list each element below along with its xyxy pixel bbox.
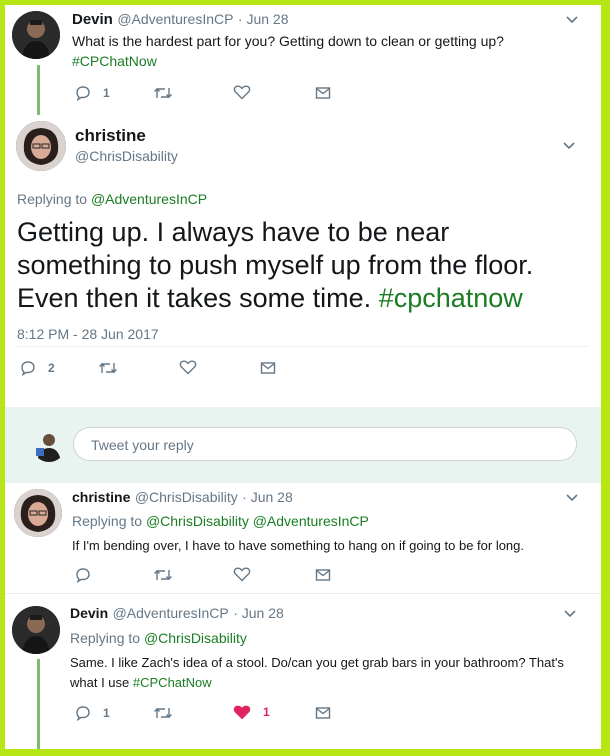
like-button[interactable] — [233, 84, 251, 100]
focused-tweet-text: Getting up. I always have to be near som… — [17, 216, 577, 315]
reply-icon — [76, 86, 90, 101]
author-handle[interactable]: @ChrisDisability — [135, 489, 238, 505]
author-name[interactable]: christine — [72, 489, 130, 505]
avatar-christine[interactable] — [14, 489, 62, 537]
tweet-text: If I'm bending over, I have to have some… — [72, 538, 525, 553]
retweet-icon — [154, 708, 172, 718]
thread-line — [37, 659, 40, 749]
avatar-devin[interactable] — [12, 606, 60, 654]
reply-count: 2 — [48, 361, 55, 375]
chevron-down-icon[interactable] — [565, 491, 579, 505]
reply-count: 1 — [103, 86, 110, 100]
retweet-button[interactable] — [98, 360, 118, 376]
author-name[interactable]: christine — [75, 126, 146, 146]
hashtag-link[interactable]: #CPChatNow — [133, 675, 212, 690]
author-handle[interactable]: @AdventuresInCP — [117, 11, 233, 27]
replying-to-label: Replying to — [72, 513, 143, 529]
mention-link[interactable]: @ChrisDisability @AdventuresInCP — [146, 513, 369, 529]
mention-link[interactable]: @AdventuresInCP — [91, 191, 207, 207]
divider — [5, 593, 601, 594]
retweet-button[interactable] — [153, 705, 173, 721]
heart-icon — [179, 360, 197, 375]
author-name[interactable]: Devin — [72, 11, 113, 28]
retweet-icon — [154, 88, 172, 98]
reply-button[interactable] — [75, 567, 91, 583]
reply-button[interactable]: 1 — [75, 705, 110, 721]
mail-icon — [315, 87, 331, 99]
mention-link[interactable]: @ChrisDisability — [144, 630, 247, 646]
direct-message-button[interactable] — [260, 360, 276, 376]
retweet-button[interactable] — [153, 567, 173, 583]
tweet-body: What is the hardest part for you? Gettin… — [72, 33, 504, 49]
mail-icon — [260, 362, 276, 374]
hashtag-link[interactable]: #CPChatNow — [72, 53, 157, 69]
replying-to: Replying to @AdventuresInCP — [17, 191, 207, 207]
heart-icon — [233, 567, 251, 582]
tweet-timestamp[interactable]: 8:12 PM - 28 Jun 2017 — [17, 326, 159, 342]
replying-to-label: Replying to — [17, 191, 88, 207]
author-name[interactable]: Devin — [70, 605, 108, 621]
tweet-header: christine @ChrisDisability · Jun 28 — [72, 489, 293, 507]
like-button[interactable]: 1 — [233, 704, 270, 720]
tweet-thread: Devin @AdventuresInCP · Jun 28 What is t… — [5, 5, 601, 749]
reply-composer: Tweet your reply — [5, 407, 601, 483]
hashtag-link[interactable]: #cpchatnow — [379, 283, 523, 313]
tweet-header: Devin @AdventuresInCP · Jun 28 — [72, 11, 289, 29]
tweet-date[interactable]: · Jun 28 — [238, 11, 289, 27]
avatar-devin[interactable] — [12, 11, 60, 59]
tweet-date[interactable]: · Jun 28 — [233, 605, 284, 621]
like-button[interactable] — [179, 359, 197, 375]
direct-message-button[interactable] — [315, 705, 331, 721]
retweet-icon — [154, 570, 172, 580]
retweet-icon — [99, 363, 117, 373]
chevron-down-icon[interactable] — [563, 607, 577, 621]
divider — [17, 346, 589, 347]
avatar-christine[interactable] — [16, 121, 66, 171]
replying-to: Replying to @ChrisDisability @Adventures… — [72, 513, 369, 529]
tweet-header: Devin @AdventuresInCP · Jun 28 — [70, 605, 284, 623]
like-button[interactable] — [233, 566, 251, 582]
tweet-text: What is the hardest part for you? Gettin… — [72, 31, 572, 71]
reply-button[interactable]: 1 — [75, 85, 110, 101]
thread-line — [37, 65, 40, 115]
author-handle[interactable]: @AdventuresInCP — [113, 605, 229, 621]
reply-input[interactable]: Tweet your reply — [73, 427, 577, 461]
mail-icon — [315, 707, 331, 719]
mail-icon — [315, 569, 331, 581]
retweet-button[interactable] — [153, 85, 173, 101]
reply-count: 1 — [103, 706, 110, 720]
tweet-text: Same. I like Zach's idea of a stool. Do/… — [70, 653, 585, 693]
reply-icon — [21, 361, 35, 376]
tweet-date[interactable]: · Jun 28 — [242, 489, 293, 505]
heart-icon — [233, 85, 251, 100]
like-count: 1 — [263, 705, 270, 719]
chevron-down-icon[interactable] — [565, 13, 579, 27]
replying-to: Replying to @ChrisDisability — [70, 630, 247, 646]
direct-message-button[interactable] — [315, 567, 331, 583]
author-handle[interactable]: @ChrisDisability — [75, 148, 178, 164]
reply-icon — [76, 568, 90, 583]
direct-message-button[interactable] — [315, 85, 331, 101]
reply-button[interactable]: 2 — [20, 360, 55, 376]
reply-icon — [76, 706, 90, 721]
replying-to-label: Replying to — [70, 630, 141, 646]
current-user-avatar[interactable] — [32, 428, 66, 462]
chevron-down-icon[interactable] — [562, 139, 576, 153]
heart-icon — [233, 705, 251, 720]
